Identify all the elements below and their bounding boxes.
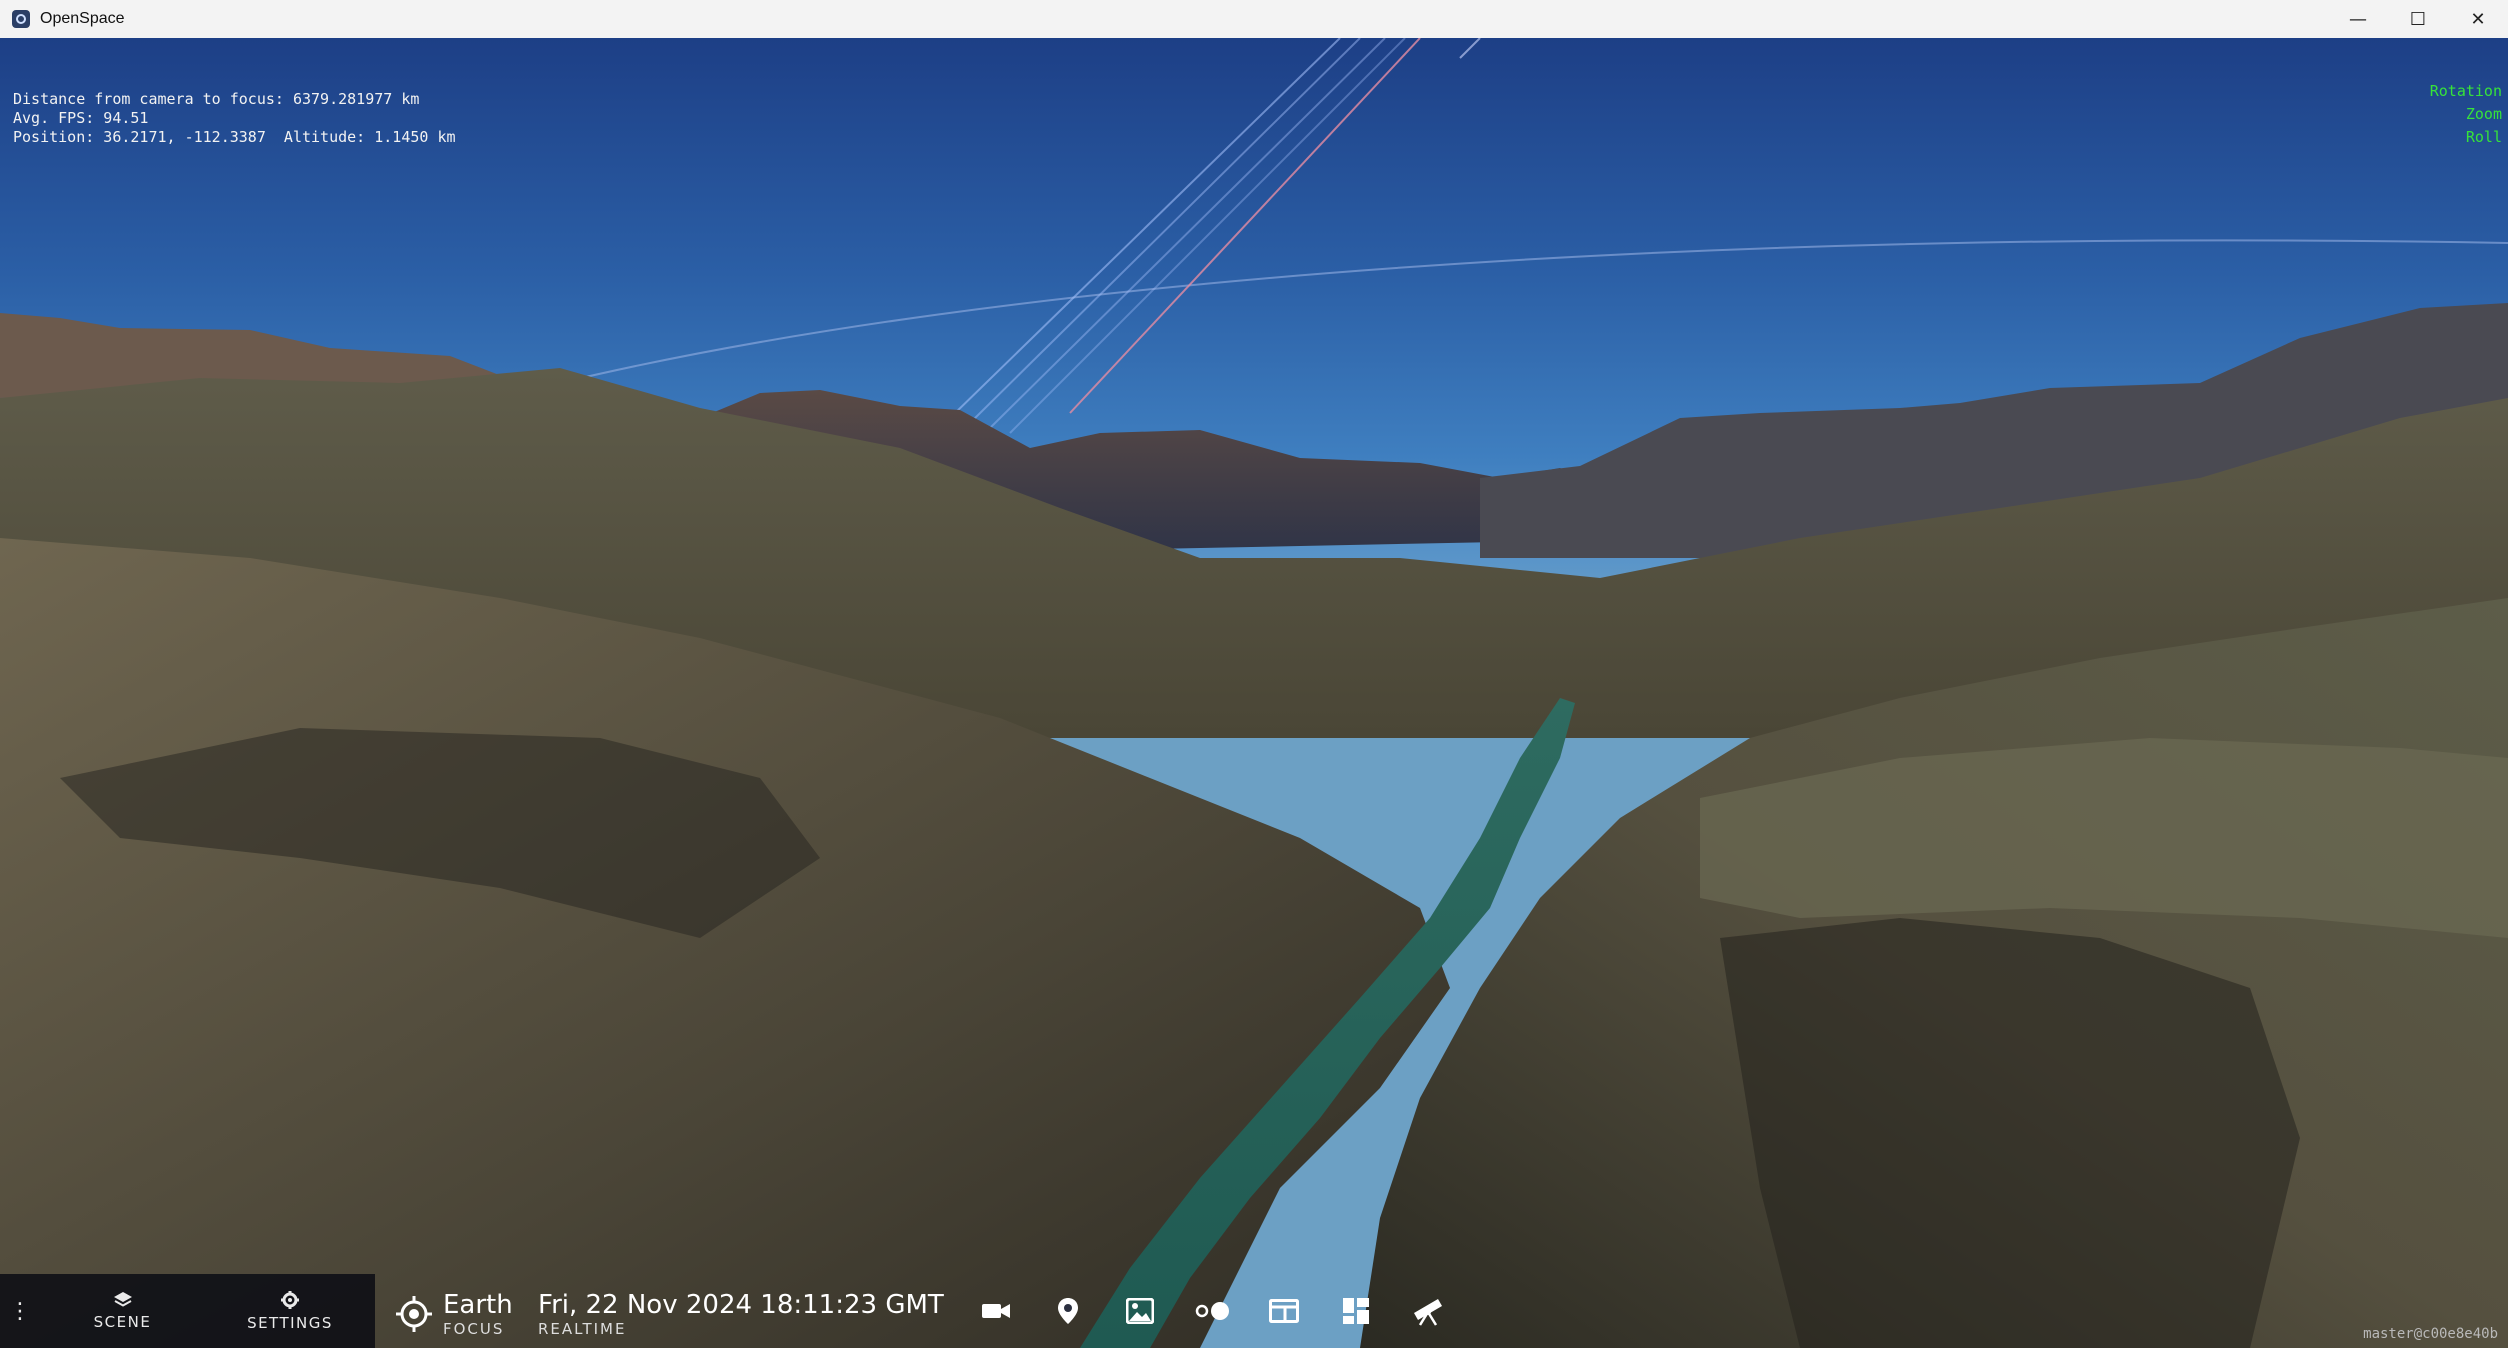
window-icon [1269, 1299, 1299, 1323]
gear-icon [281, 1291, 299, 1309]
navigation-hints: Rotation Zoom Roll [2430, 80, 2502, 149]
rotation-hint: Rotation [2429, 82, 2502, 100]
minimize-button[interactable]: — [2328, 0, 2388, 38]
simulation-time: Fri, 22 Nov 2024 18:11:23 GMT [538, 1290, 944, 1320]
more-menu-icon[interactable]: ⋮ [0, 1274, 40, 1348]
scene-label: SCENE [93, 1313, 152, 1331]
window-controls: — ☐ ✕ [2328, 0, 2508, 38]
fps-readout: Avg. FPS: 94.51 [13, 109, 149, 127]
focus-target-icon [396, 1296, 432, 1332]
close-button[interactable]: ✕ [2448, 0, 2508, 38]
flight-toggle-button[interactable] [1176, 1286, 1248, 1336]
dashboard-button[interactable] [1320, 1286, 1392, 1336]
telescope-button[interactable] [1392, 1286, 1464, 1336]
toggle-icon [1195, 1302, 1229, 1320]
window-title-bar: OpenSpace — ☐ ✕ [0, 0, 2508, 39]
time-display[interactable]: Fri, 22 Nov 2024 18:11:23 GMT REALTIME [538, 1290, 944, 1338]
zoom-hint: Zoom [2465, 105, 2502, 123]
map-pin-icon [1058, 1298, 1078, 1324]
layers-icon [113, 1292, 132, 1307]
geo-location-button[interactable] [1032, 1286, 1104, 1336]
telescope-icon [1414, 1299, 1442, 1326]
settings-label: SETTINGS [247, 1314, 333, 1332]
focus-sublabel: FOCUS [443, 1320, 505, 1338]
camera-icon [982, 1304, 1010, 1318]
feature-toolbar [960, 1286, 1464, 1336]
window-title: OpenSpace [40, 10, 125, 27]
focus-selector[interactable]: Earth FOCUS [395, 1290, 513, 1338]
version-label: master@c00e8e40b [2363, 1326, 2498, 1342]
terrain-scene [0, 38, 2508, 1348]
camera-button[interactable] [960, 1286, 1032, 1336]
sessions-button[interactable] [1248, 1286, 1320, 1336]
left-menu-panel: ⋮ SCENE SETTINGS [0, 1274, 375, 1348]
settings-button[interactable]: SETTINGS [205, 1274, 375, 1348]
scene-button[interactable]: SCENE [40, 1274, 205, 1348]
focus-name: Earth [443, 1290, 513, 1320]
openspace-app-icon [12, 10, 30, 28]
position-readout: Position: 36.2171, -112.3387 Altitude: 1… [13, 128, 456, 146]
image-icon [1126, 1298, 1154, 1324]
render-viewport[interactable]: Distance from camera to focus: 6379.2819… [0, 38, 2508, 1348]
time-mode-label: REALTIME [538, 1320, 627, 1338]
distance-readout: Distance from camera to focus: 6379.2819… [13, 90, 420, 108]
images-button[interactable] [1104, 1286, 1176, 1336]
right-cliff-shadow [1720, 918, 2300, 1348]
bottom-toolbar: ⋮ SCENE SETTINGS Earth FOCUS Fri, 22 Nov… [0, 1274, 1460, 1348]
dashboard-icon [1343, 1298, 1369, 1324]
roll-hint: Roll [2465, 128, 2502, 146]
camera-info-overlay: Distance from camera to focus: 6379.2819… [13, 90, 456, 147]
orbit-trails [559, 38, 2508, 434]
maximize-button[interactable]: ☐ [2388, 0, 2448, 38]
